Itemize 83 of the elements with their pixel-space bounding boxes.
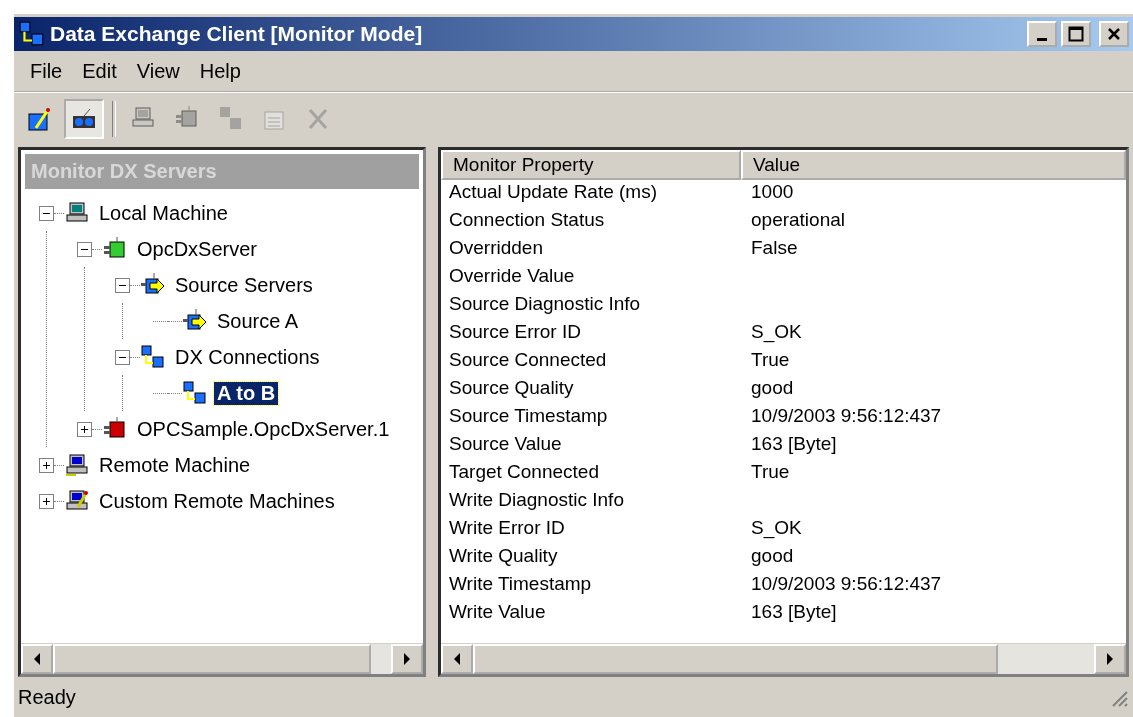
computer-pencil-icon	[64, 489, 90, 513]
source-server-icon	[182, 309, 208, 333]
tree-item[interactable]: OpcDxServer	[134, 237, 261, 261]
table-cell-text: Source Quality	[448, 376, 575, 400]
menu-item[interactable]: View	[128, 59, 188, 83]
table-cell-text: Write Timestamp	[448, 572, 593, 596]
scroll-right-button[interactable]	[391, 644, 423, 674]
table-cell-text: 10/9/2003 9:56:12:437	[750, 572, 943, 596]
expand-toggle[interactable]	[39, 493, 54, 509]
table-cell-text: 163 [Byte]	[750, 600, 838, 624]
panel-title: Monitor DX Servers	[25, 154, 419, 189]
source-server-icon	[140, 273, 166, 297]
server-icon	[102, 417, 128, 441]
network-computers-icon	[64, 453, 90, 477]
right-arrow-icon	[1105, 653, 1115, 665]
minimize-icon	[1037, 37, 1047, 41]
tree-item[interactable]: Source Servers	[172, 273, 316, 297]
tree-item[interactable]: OPCSample.OpcDxServer.1	[134, 417, 393, 441]
close-button[interactable]	[1099, 21, 1129, 47]
right-arrow-icon	[402, 653, 412, 665]
left-arrow-icon	[452, 653, 462, 665]
table-cell-text: Source Value	[448, 432, 563, 456]
collapse-toggle[interactable]	[77, 241, 92, 257]
toolbar-button[interactable]	[64, 99, 104, 139]
table-cell-text: Source Error ID	[448, 320, 582, 344]
scroll-right-button[interactable]	[1094, 644, 1126, 674]
tree-item[interactable]: Custom Remote Machines	[96, 489, 338, 513]
column-header[interactable]: Monitor Property	[441, 150, 741, 180]
table-cell-text: operational	[750, 208, 847, 232]
table-cell-text: Actual Update Rate (ms)	[448, 180, 659, 204]
collapse-toggle[interactable]	[115, 349, 130, 365]
connection-icon	[140, 345, 166, 369]
table-cell-text: Connection Status	[448, 208, 606, 232]
left-arrow-icon	[32, 653, 42, 665]
table-cell-text: Source Timestamp	[448, 404, 609, 428]
collapse-toggle[interactable]	[115, 277, 130, 293]
scrollbar-thumb[interactable]	[473, 644, 998, 674]
collapse-toggle[interactable]	[39, 205, 54, 221]
menu-item[interactable]: File	[22, 59, 71, 83]
column-header[interactable]: Value	[741, 150, 1126, 180]
table-cell-text: Target Connected	[448, 460, 600, 484]
menu-item[interactable]: Edit	[74, 59, 125, 83]
table-cell-text: 163 [Byte]	[750, 432, 838, 456]
scroll-left-button[interactable]	[441, 644, 473, 674]
table-cell-text: good	[750, 544, 795, 568]
table-cell-text: Override Value	[448, 264, 576, 288]
table-cell-text: Write Diagnostic Info	[448, 488, 625, 512]
status-text: Ready	[18, 685, 76, 709]
table-cell-text: Write Quality	[448, 544, 559, 568]
table-cell-text: S_OK	[750, 320, 803, 345]
menu-item[interactable]: Help	[191, 59, 249, 83]
app-icon	[18, 20, 46, 48]
expand-toggle[interactable]	[39, 457, 54, 473]
close-icon	[1107, 27, 1121, 41]
table-cell-text: Write Error ID	[448, 516, 566, 540]
minimize-button[interactable]	[1027, 21, 1057, 47]
server-icon	[102, 237, 128, 261]
table-cell-text: True	[750, 460, 791, 484]
tree-item[interactable]: Remote Machine	[96, 453, 254, 477]
window-title: Data Exchange Client [Monitor Mode]	[50, 22, 424, 46]
connection-icon	[182, 381, 208, 405]
computer-icon	[64, 201, 90, 225]
tree-item[interactable]: Local Machine	[96, 201, 231, 225]
tree-item[interactable]: A to B	[214, 381, 279, 405]
table-cell-text: 10/9/2003 9:56:12:437	[750, 404, 943, 428]
scroll-left-button[interactable]	[21, 644, 53, 674]
table-cell-text: True	[750, 348, 791, 372]
tree-item[interactable]: DX Connections	[172, 345, 323, 369]
maximize-icon	[1068, 26, 1084, 42]
scrollbar-thumb[interactable]	[53, 644, 371, 674]
expand-toggle[interactable]	[77, 421, 92, 437]
table-cell-text: Write Value	[448, 600, 547, 624]
maximize-button[interactable]	[1061, 21, 1091, 47]
horizontal-scrollbar[interactable]	[441, 643, 1126, 674]
table-cell-text: Overridden	[448, 236, 544, 260]
table-cell-text: Source Connected	[448, 348, 608, 372]
table-cell-text: good	[750, 376, 795, 400]
tree-item[interactable]: Source A	[214, 309, 302, 333]
table-cell-text: 1000	[750, 180, 795, 204]
table-cell-text: S_OK	[750, 516, 803, 541]
table-cell-text: False	[750, 236, 799, 260]
horizontal-scrollbar[interactable]	[21, 643, 423, 674]
table-cell-text: Source Diagnostic Info	[448, 292, 642, 316]
